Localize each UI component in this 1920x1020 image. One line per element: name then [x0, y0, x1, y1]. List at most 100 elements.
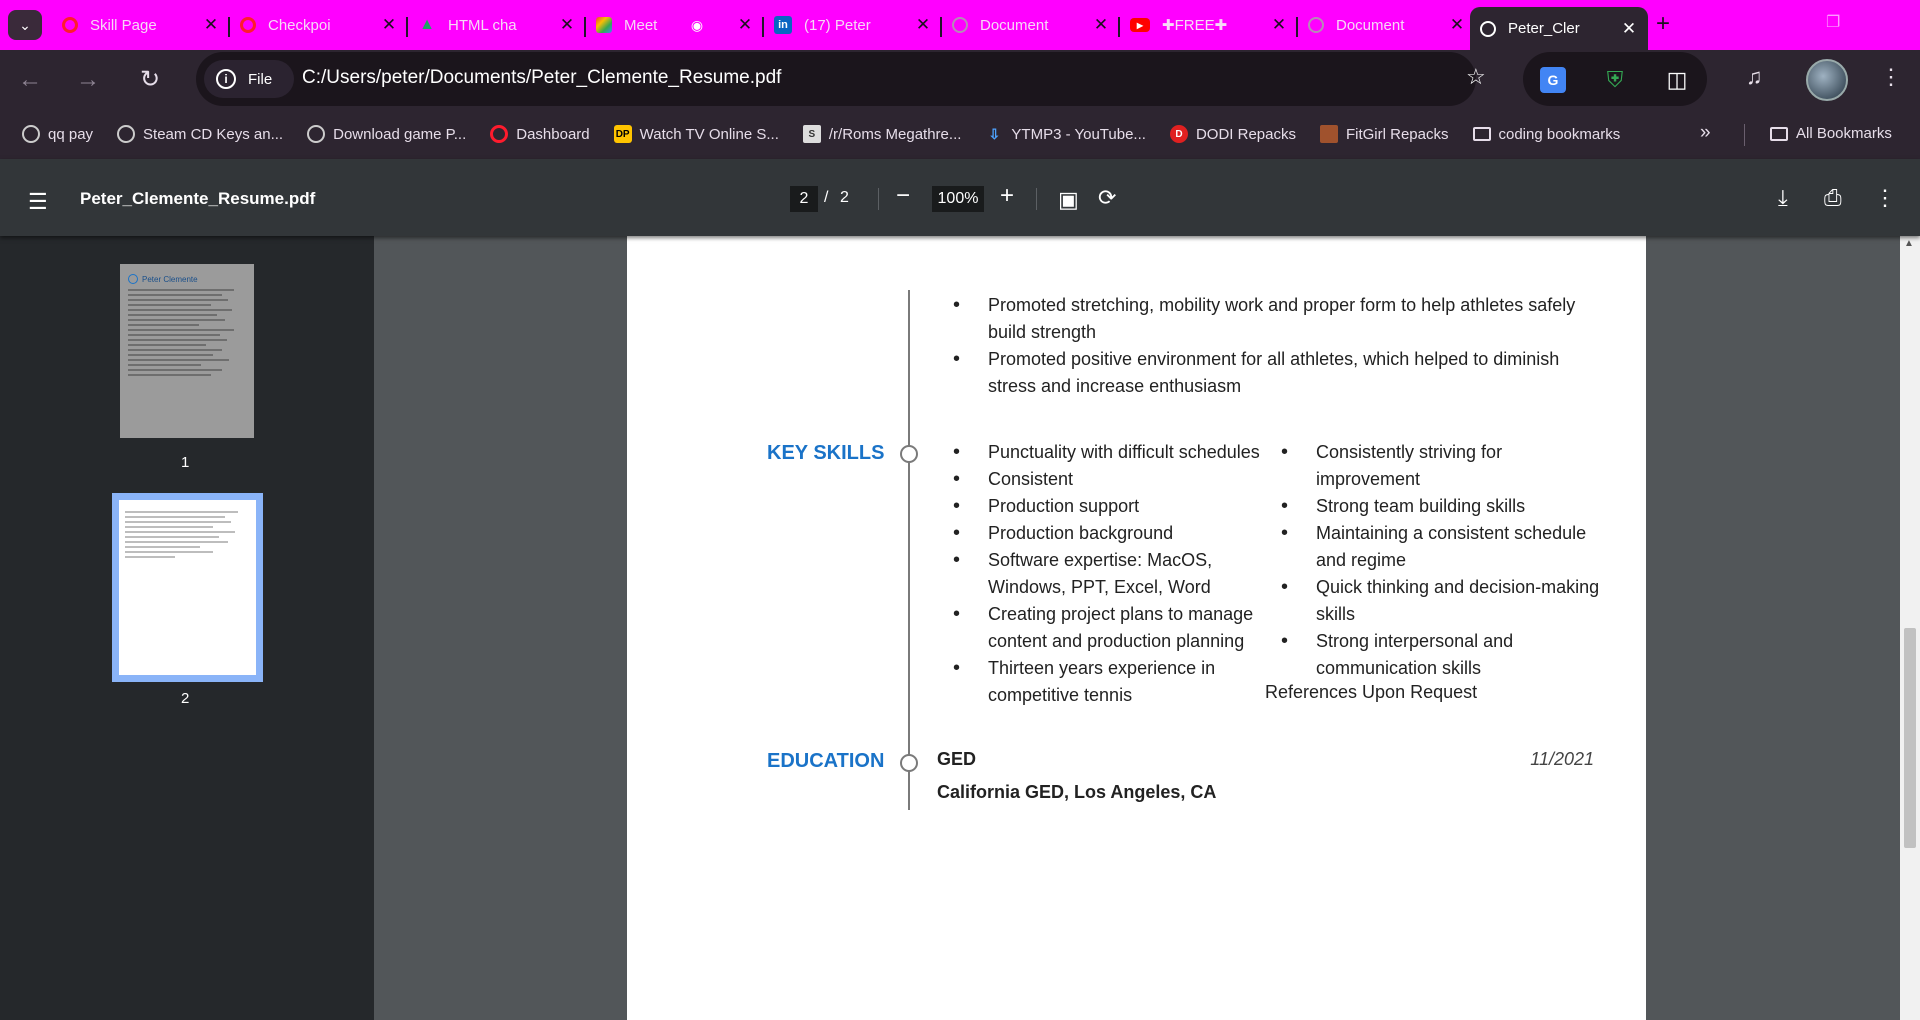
- bookmark-label: Dashboard: [516, 125, 590, 143]
- zoom-out-button[interactable]: −: [896, 182, 910, 210]
- site-chip-label: File: [248, 70, 273, 88]
- tab-3[interactable]: Meet ◉ ✕: [584, 7, 764, 43]
- list-item: Strong interpersonal and communication s…: [1281, 628, 1611, 682]
- fitgirl-icon: [1319, 125, 1338, 143]
- close-icon[interactable]: ✕: [914, 15, 932, 35]
- list-item: Punctuality with difficult schedules: [953, 439, 1273, 466]
- all-bookmarks-button[interactable]: All Bookmarks: [1770, 125, 1892, 142]
- close-icon[interactable]: ✕: [736, 15, 754, 35]
- close-icon[interactable]: ✕: [380, 15, 398, 35]
- back-button[interactable]: ←: [16, 66, 44, 94]
- timeline-node: [900, 754, 918, 772]
- tab-2[interactable]: ▲ HTML cha ✕: [406, 7, 586, 43]
- opera-gx-icon: [307, 125, 326, 143]
- tab-6[interactable]: ▶ ✚FREE✚ ✕: [1118, 7, 1298, 43]
- recording-indicator-icon: ◉: [690, 16, 704, 33]
- thumbnail-header: Peter Clemente: [128, 274, 246, 284]
- info-icon: i: [216, 69, 236, 89]
- more-bookmarks-button[interactable]: »: [1700, 122, 1711, 144]
- references-note: References Upon Request: [1265, 682, 1478, 702]
- more-vertical-icon[interactable]: ⋮: [1874, 185, 1896, 211]
- bookmark-item[interactable]: qq pay: [22, 125, 93, 143]
- roms-icon: S: [802, 125, 821, 143]
- bookmark-item[interactable]: S/r/Roms Megathre...: [802, 125, 961, 143]
- close-icon[interactable]: ✕: [202, 15, 220, 35]
- scrollbar-thumb[interactable]: [1904, 628, 1916, 848]
- linkedin-icon: in: [774, 16, 792, 34]
- close-icon[interactable]: ✕: [1448, 15, 1466, 35]
- forward-button[interactable]: →: [74, 66, 102, 94]
- page-thumbnail-2-selected[interactable]: [112, 493, 263, 682]
- more-vertical-icon[interactable]: ⋮: [1880, 64, 1902, 90]
- hamburger-menu-icon[interactable]: ☰: [28, 189, 48, 215]
- list-item: Consistent: [953, 466, 1273, 493]
- fit-to-page-icon[interactable]: ▣: [1058, 187, 1079, 213]
- tab-title: Checkpoi: [268, 16, 331, 34]
- page-thumbnail-1[interactable]: Peter Clemente: [120, 264, 254, 438]
- tab-5[interactable]: Document ✕: [940, 7, 1120, 43]
- zoom-in-button[interactable]: +: [1000, 182, 1014, 210]
- restore-window-icon[interactable]: ❐: [1826, 12, 1840, 32]
- shield-icon[interactable]: ⛨: [1602, 67, 1628, 93]
- section-heading-key-skills: KEY SKILLS: [767, 442, 885, 464]
- media-controls-icon[interactable]: ♫: [1746, 64, 1763, 90]
- page-number-input[interactable]: 2: [790, 186, 818, 212]
- experience-bullets: Promoted stretching, mobility work and p…: [953, 292, 1593, 400]
- page-thumbnail-2: [119, 500, 256, 675]
- bookmark-item[interactable]: D DODI Repacks: [1169, 125, 1296, 143]
- opera-icon: [240, 17, 256, 33]
- thumbnail-name: Peter Clemente: [142, 274, 198, 284]
- scroll-up-icon[interactable]: ▲: [1904, 238, 1914, 249]
- list-item: Production background: [953, 520, 1273, 547]
- list-item: Quick thinking and decision-making skill…: [1281, 574, 1611, 628]
- bookmark-item[interactable]: FitGirl Repacks: [1319, 125, 1449, 143]
- tab-1[interactable]: Checkpoi ✕: [228, 7, 408, 43]
- skills-left-list: Punctuality with difficult schedules Con…: [953, 439, 1273, 709]
- page-total: 2: [840, 189, 849, 206]
- reload-button[interactable]: ↻: [136, 66, 164, 94]
- globe-icon: [952, 17, 968, 33]
- bookmark-item[interactable]: Dashboard: [490, 125, 590, 143]
- bookmark-item[interactable]: Steam CD Keys an...: [117, 125, 283, 143]
- close-icon[interactable]: ✕: [1092, 15, 1110, 35]
- bookmark-folder[interactable]: coding bookmarks: [1472, 126, 1620, 143]
- download-icon[interactable]: ⤓: [1778, 185, 1788, 211]
- zoom-level-input[interactable]: 100%: [932, 186, 984, 212]
- tab-title: HTML cha: [448, 16, 517, 34]
- bookmark-label: Steam CD Keys an...: [143, 125, 284, 143]
- thumbnail-label: 1: [181, 454, 190, 471]
- print-icon[interactable]: ⎙: [1824, 185, 1842, 211]
- bookmark-star-icon[interactable]: ☆: [1466, 64, 1486, 90]
- url-text[interactable]: C:/Users/peter/Documents/Peter_Clemente_…: [302, 67, 781, 89]
- site-info-chip[interactable]: i File: [204, 60, 294, 98]
- bookmark-item[interactable]: ⇩ YTMP3 - YouTube...: [985, 125, 1146, 143]
- arrow-right-icon: →: [76, 66, 100, 93]
- close-icon[interactable]: ✕: [558, 15, 576, 35]
- thumbnail-label: 2: [181, 690, 190, 707]
- list-item: Promoted positive environment for all at…: [953, 346, 1593, 400]
- avatar[interactable]: [1806, 59, 1848, 101]
- close-icon[interactable]: ✕: [1270, 15, 1288, 35]
- toolbar-divider: [1036, 188, 1037, 210]
- close-icon[interactable]: ✕: [1620, 19, 1638, 39]
- education-degree: GED: [937, 749, 977, 769]
- rotate-icon[interactable]: ⟳: [1098, 185, 1116, 211]
- tab-active[interactable]: Peter_Cler ✕: [1470, 7, 1648, 50]
- folder-icon: [1770, 126, 1788, 141]
- bookmark-item[interactable]: Download game P...: [307, 125, 466, 143]
- tab-search-button[interactable]: ⌄: [8, 10, 42, 40]
- tab-4[interactable]: in (17) Peter ✕: [762, 7, 942, 43]
- google-drive-icon: ▲: [419, 16, 435, 33]
- google-translate-icon[interactable]: G: [1540, 67, 1566, 93]
- list-item: Software expertise: MacOS, Windows, PPT,…: [953, 547, 1273, 601]
- list-item: Production support: [953, 493, 1273, 520]
- opera-icon: [490, 125, 509, 143]
- tab-title: Document: [1336, 16, 1405, 34]
- tab-0[interactable]: Skill Page ✕: [52, 7, 230, 43]
- meet-icon: [596, 17, 612, 33]
- tab-title: ✚FREE✚: [1162, 17, 1228, 34]
- new-tab-button[interactable]: +: [1650, 12, 1676, 38]
- tab-7[interactable]: Document ✕: [1296, 7, 1476, 43]
- bookmark-item[interactable]: DP Watch TV Online S...: [613, 125, 779, 143]
- puzzle-icon[interactable]: ◫: [1664, 67, 1690, 93]
